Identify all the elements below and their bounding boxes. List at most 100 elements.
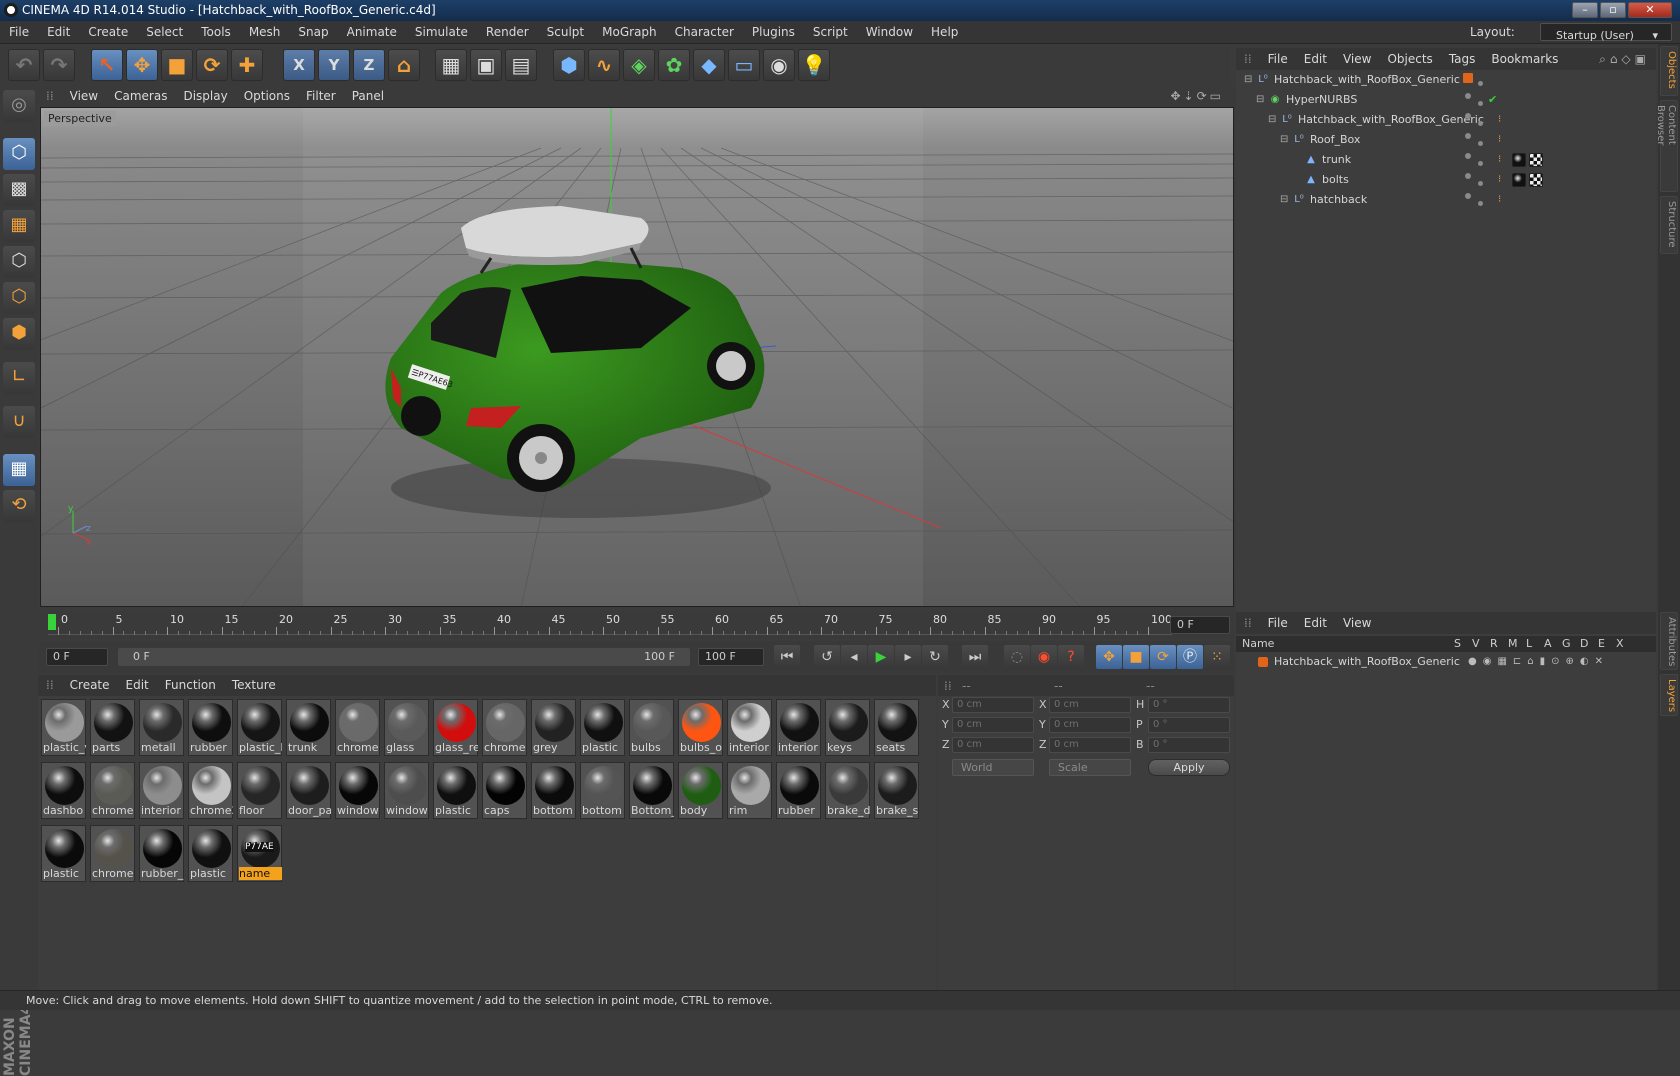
material-swatch[interactable]: plastic <box>580 699 625 756</box>
rotate-tool-icon[interactable]: ⟳ <box>196 49 228 81</box>
key-pla-icon[interactable]: ⁙ <box>1204 645 1230 669</box>
rotation-h-field[interactable]: 0 ° <box>1148 697 1230 713</box>
material-swatch[interactable]: floor <box>237 762 282 819</box>
material-swatch[interactable]: chrome <box>335 699 380 756</box>
material-swatch[interactable]: rubber_ <box>139 825 184 882</box>
material-swatch[interactable]: chrome <box>90 762 135 819</box>
rotation-p-field[interactable]: 0 ° <box>1148 717 1230 733</box>
menu-mesh[interactable]: Mesh <box>240 21 290 44</box>
object-menu-objects[interactable]: Objects <box>1379 48 1440 70</box>
object-row[interactable]: ▲ trunk ⁝ <box>1236 150 1656 170</box>
live-selection-icon[interactable]: ↖ <box>91 49 123 81</box>
menu-plugins[interactable]: Plugins <box>743 21 804 44</box>
tab-layers[interactable]: Layers <box>1660 674 1678 716</box>
viewport-menu-filter[interactable]: Filter <box>298 86 344 107</box>
material-swatch[interactable]: keys <box>825 699 870 756</box>
key-scale-icon[interactable]: ■ <box>1123 645 1149 669</box>
layer-menu-view[interactable]: View <box>1335 612 1379 634</box>
render-settings-icon[interactable]: ▤ <box>505 49 537 81</box>
material-swatch[interactable]: bottom <box>580 762 625 819</box>
material-tag-icon[interactable] <box>1512 173 1526 187</box>
layout-dropdown[interactable]: Startup (User) ▾ <box>1540 23 1672 42</box>
material-swatch[interactable]: rubber <box>776 762 821 819</box>
layer-column-header[interactable]: M <box>1508 636 1518 652</box>
close-button[interactable]: ✕ <box>1628 2 1672 18</box>
object-menu-view[interactable]: View <box>1335 48 1379 70</box>
z-axis-lock-button[interactable]: Z <box>353 49 385 81</box>
layer-column-header[interactable]: D <box>1580 636 1588 652</box>
render-visibility-dot[interactable] <box>1478 121 1483 126</box>
menu-sculpt[interactable]: Sculpt <box>538 21 593 44</box>
object-row[interactable]: ⊟ L⁰ Roof_Box ⁝ <box>1236 130 1656 150</box>
material-swatch[interactable]: rim <box>727 762 772 819</box>
edges-mode-icon[interactable]: ⬡ <box>3 282 35 314</box>
playhead-marker[interactable] <box>48 614 56 630</box>
menu-create[interactable]: Create <box>79 21 137 44</box>
viewport-menu-panel[interactable]: Panel <box>344 86 392 107</box>
layer-menu-file[interactable]: File <box>1260 612 1296 634</box>
layer-toggle-icons[interactable]: ●◉▦⊏⌂▮⊙⊕◐✕ <box>1468 652 1609 672</box>
material-swatch[interactable]: interior <box>139 762 184 819</box>
snap-icon[interactable]: ⟲ <box>3 490 35 522</box>
add-object-icon[interactable]: ✚ <box>231 49 263 81</box>
phong-tag-icon[interactable]: ⁝ <box>1498 170 1501 190</box>
layer-column-header[interactable]: E <box>1598 636 1605 652</box>
start-frame-field[interactable]: 0 F <box>46 648 108 666</box>
render-visibility-dot[interactable] <box>1478 161 1483 166</box>
object-search-icons[interactable]: ⌕⌂◇▣ <box>1599 52 1650 67</box>
position-z-field[interactable]: 0 cm <box>952 737 1034 753</box>
size-mode-dropdown[interactable]: Scale <box>1049 759 1131 776</box>
object-menu-bookmarks[interactable]: Bookmarks <box>1483 48 1566 70</box>
coordinate-system-icon[interactable]: ⌂ <box>388 49 420 81</box>
deformer-icon[interactable]: ◆ <box>693 49 725 81</box>
object-row[interactable]: ⊟ L⁰ hatchback ⁝ <box>1236 190 1656 210</box>
undo-icon[interactable]: ↶ <box>8 49 40 81</box>
tab-content-browser[interactable]: Content Browser <box>1655 100 1678 192</box>
texture-tag-icon[interactable] <box>1529 173 1543 187</box>
material-swatch[interactable]: plastic <box>433 762 478 819</box>
material-swatch[interactable]: seats <box>874 699 919 756</box>
move-tool-icon[interactable]: ✥ <box>126 49 158 81</box>
layer-column-header[interactable]: R <box>1490 636 1498 652</box>
menu-animate[interactable]: Animate <box>338 21 406 44</box>
tab-objects[interactable]: Objects <box>1660 46 1678 96</box>
material-swatch[interactable]: body <box>678 762 723 819</box>
size-x-field[interactable]: 0 cm <box>1049 697 1131 713</box>
y-axis-lock-button[interactable]: Y <box>318 49 350 81</box>
points-mode-icon[interactable]: ⬡ <box>3 246 35 278</box>
end-frame-field[interactable]: 100 F <box>698 648 764 666</box>
layer-column-header[interactable]: L <box>1526 636 1532 652</box>
next-key-icon[interactable]: ↻ <box>922 645 948 669</box>
nurbs-icon[interactable]: ◈ <box>623 49 655 81</box>
material-swatch[interactable]: dashbo <box>41 762 86 819</box>
size-y-field[interactable]: 0 cm <box>1049 717 1131 733</box>
material-swatch[interactable]: caps <box>482 762 527 819</box>
material-swatch[interactable]: trunk <box>286 699 331 756</box>
object-menu-file[interactable]: File <box>1260 48 1296 70</box>
material-swatch[interactable]: door_pa <box>286 762 331 819</box>
material-swatch[interactable]: glass_re <box>433 699 478 756</box>
goto-end-icon[interactable]: ⏭ <box>962 645 988 669</box>
menu-file[interactable]: File <box>0 21 38 44</box>
make-editable-icon[interactable]: ◎ <box>3 90 35 122</box>
material-swatch[interactable]: bottom <box>531 762 576 819</box>
material-swatch[interactable]: brake_s <box>874 762 919 819</box>
viewport-menu-display[interactable]: Display <box>175 86 235 107</box>
viewport-menu-options[interactable]: Options <box>236 86 298 107</box>
menu-help[interactable]: Help <box>922 21 967 44</box>
object-row[interactable]: ⊟ L⁰ Hatchback_with_RoofBox_Generic <box>1236 70 1656 90</box>
keyframe-selection-icon[interactable]: ? <box>1058 645 1084 669</box>
prev-frame-icon[interactable]: ◂ <box>841 645 867 669</box>
material-menu-create[interactable]: Create <box>62 675 118 696</box>
phong-tag-icon[interactable]: ⁝ <box>1498 110 1501 130</box>
render-visibility-dot[interactable] <box>1478 201 1483 206</box>
material-swatch[interactable]: chrome <box>90 825 135 882</box>
menu-edit[interactable]: Edit <box>38 21 79 44</box>
material-swatch[interactable]: plastic_v <box>41 699 86 756</box>
layer-column-header[interactable]: X <box>1616 636 1624 652</box>
layer-column-header[interactable]: V <box>1472 636 1480 652</box>
editor-visibility-dot[interactable] <box>1465 133 1471 139</box>
expand-toggle-icon[interactable]: ⊟ <box>1280 130 1288 150</box>
material-menu-edit[interactable]: Edit <box>118 675 157 696</box>
tweak-magnet-icon[interactable]: ∪ <box>3 406 35 438</box>
